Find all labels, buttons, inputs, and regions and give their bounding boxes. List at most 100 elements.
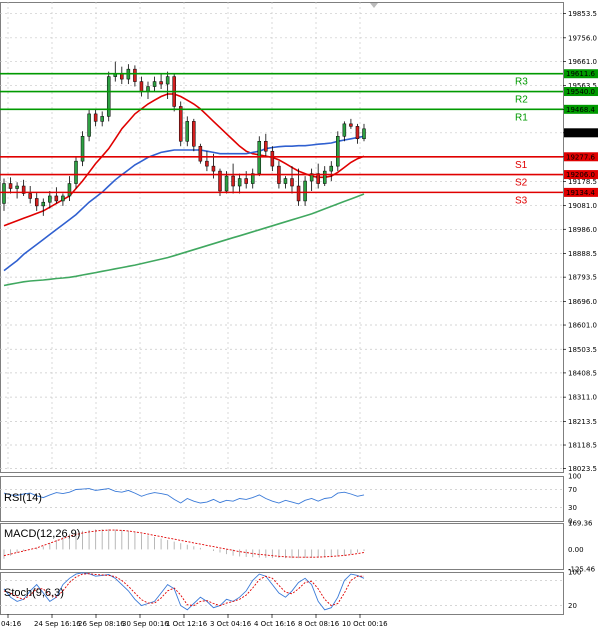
level-name-s1: S1 [515, 160, 528, 171]
y-tick-label: 18793.5 [568, 274, 597, 282]
x-tick-label: 1 Oct 12:16 [166, 620, 208, 628]
rsi-title: RSI(14) [4, 492, 42, 504]
x-tick-label: 3 Oct 04:16 [210, 620, 252, 628]
y-tick-label: 100 [568, 473, 581, 481]
y-tick-label: 18888.5 [568, 250, 597, 258]
candle-body [185, 121, 190, 142]
y-tick-label: 18601.0 [568, 322, 597, 330]
candle-body [100, 116, 104, 122]
candle-body [120, 73, 124, 80]
y-tick-label: 169.36 [568, 520, 593, 528]
candle-body [290, 178, 294, 187]
candle-body [342, 123, 347, 137]
candle-body [198, 145, 203, 162]
y-tick-label: 18213.5 [568, 418, 597, 426]
candle-body [48, 195, 52, 203]
trading-chart: 19853.519756.019661.019563.519468.419374… [0, 0, 600, 631]
candle [172, 74, 176, 112]
candle-body [2, 183, 6, 204]
y-tick-label: 100 [568, 569, 581, 577]
candle [87, 108, 91, 142]
candle-body [336, 136, 340, 167]
level-price-label: 19134.4 [566, 189, 595, 197]
y-tick-label: 0.00 [568, 546, 584, 554]
x-tick-label: 04:16 [1, 620, 22, 628]
y-tick-label: 19756.0 [568, 34, 597, 42]
candle-body [244, 178, 248, 184]
level-name-r3: R3 [515, 77, 528, 88]
candle-body [270, 150, 275, 167]
candle-body [349, 123, 353, 127]
y-tick-label: 20 [568, 602, 577, 610]
stoch-title: Stoch(9,6,3) [4, 587, 64, 599]
candle [178, 101, 183, 147]
candle-body [178, 106, 183, 142]
x-tick-label: 8 Oct 08:16 [298, 620, 340, 628]
level-name-s3: S3 [515, 195, 528, 206]
y-tick-label: 18696.0 [568, 298, 597, 306]
candle [80, 131, 85, 167]
y-tick-label: 19661.0 [568, 58, 597, 66]
level-price-label: 19611.6 [566, 70, 595, 78]
y-tick-label: 19178.5 [568, 178, 597, 186]
x-tick-label: 26 Sep 08:16 [78, 620, 125, 628]
candle-body [231, 175, 235, 187]
candle-body [355, 126, 360, 140]
candle-body [322, 170, 327, 184]
candle-body [133, 68, 137, 82]
candle-body [165, 76, 170, 85]
x-tick-label: 4 Oct 16:16 [254, 620, 296, 628]
x-tick-label: 24 Sep 16:16 [34, 620, 81, 628]
candle-body [224, 175, 229, 192]
y-tick-label: 18408.5 [568, 369, 597, 377]
candle-body [61, 195, 65, 202]
y-tick-label: 19853.5 [568, 10, 597, 18]
y-tick-label: 18503.5 [568, 346, 597, 354]
level-name-s2: S2 [515, 178, 528, 189]
candle-body [8, 183, 13, 189]
candle-body [362, 128, 366, 140]
y-tick-label: 18311.0 [568, 394, 597, 402]
candle-body [264, 141, 268, 152]
y-tick-label: 18118.5 [568, 442, 597, 450]
candle-body [41, 201, 46, 207]
candle [336, 131, 340, 172]
last-price-label: 19374.0 [566, 129, 595, 137]
x-tick-label: 30 Sep 00:16 [122, 620, 169, 628]
level-price-label: 19277.6 [566, 153, 595, 161]
candle-body [152, 81, 157, 87]
candle [106, 71, 111, 122]
y-tick-label: 30 [568, 504, 577, 512]
candle-body [74, 160, 78, 184]
candle [198, 143, 203, 164]
level-name-r1: R1 [515, 112, 528, 123]
level-price-label: 19206.0 [566, 171, 595, 179]
candle-body [303, 180, 307, 202]
candle-body [15, 185, 19, 189]
candle-body [237, 178, 242, 187]
x-tick-label: 10 Oct 00:16 [342, 620, 388, 628]
candle [192, 118, 196, 152]
candle-body [211, 165, 216, 172]
candle-body [34, 198, 39, 207]
candle-body [54, 195, 59, 202]
level-price-label: 19468.4 [566, 106, 595, 114]
candle-body [93, 113, 98, 122]
macd-title: MACD(12,26,9) [4, 528, 80, 540]
candle-body [192, 121, 196, 147]
candle-body [106, 76, 111, 117]
level-price-label: 19540.0 [566, 88, 595, 96]
level-name-r2: R2 [515, 95, 528, 106]
candle-body [67, 183, 72, 197]
candle-body [159, 81, 163, 85]
candle-body [296, 185, 301, 202]
candle-body [283, 178, 288, 184]
candle-body [28, 193, 32, 199]
candle-body [139, 81, 144, 92]
y-tick-label: 19081.0 [568, 202, 597, 210]
candle-body [87, 113, 91, 137]
y-tick-label: 70 [568, 486, 577, 494]
candle [74, 156, 78, 189]
candle-body [205, 160, 209, 167]
candle-body [329, 165, 334, 172]
